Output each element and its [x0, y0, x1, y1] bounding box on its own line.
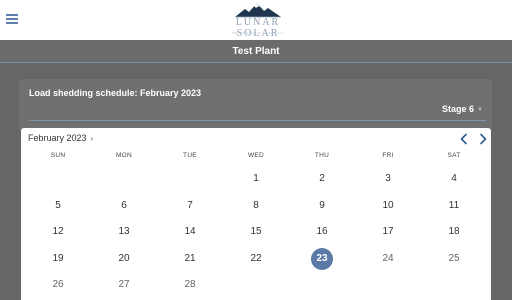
calendar-day[interactable]: 19 — [47, 248, 69, 270]
weekday-mon: MON — [115, 152, 133, 159]
date-picker: February 2023 › SUN MON TUE WED THU FRI SAT 123… — [21, 128, 491, 300]
calendar-day[interactable]: 26 — [47, 274, 69, 296]
calendar-day[interactable]: 3 — [377, 168, 399, 190]
caret-down-icon: ▼ — [477, 107, 483, 113]
calendar-day[interactable]: 8 — [245, 195, 267, 217]
next-month-button[interactable] — [476, 132, 490, 146]
calendar-day[interactable]: 25 — [443, 248, 465, 270]
weekday-sat: SAT — [447, 152, 461, 159]
mountain-logo-icon — [235, 3, 281, 18]
schedule-title: Load shedding schedule: February 2023 — [29, 88, 202, 98]
calendar-day[interactable]: 27 — [113, 274, 135, 296]
calendar-day[interactable]: 14 — [179, 221, 201, 243]
calendar-day[interactable]: 4 — [443, 168, 465, 190]
schedule-card: Load shedding schedule: February 2023 St… — [19, 79, 492, 131]
calendar-day[interactable]: 10 — [377, 195, 399, 217]
calendar-day[interactable]: 6 — [113, 195, 135, 217]
divider — [29, 120, 486, 121]
calendar-day[interactable]: 5 — [47, 195, 69, 217]
calendar-day[interactable]: 1 — [245, 168, 267, 190]
calendar-day[interactable]: 18 — [443, 221, 465, 243]
calendar-day[interactable]: 17 — [377, 221, 399, 243]
page-title-bar: Test Plant — [0, 40, 512, 63]
calendar-day[interactable]: 15 — [245, 221, 267, 243]
calendar-day[interactable]: 16 — [311, 221, 333, 243]
calendar-day[interactable]: 7 — [179, 195, 201, 217]
chevron-right-icon: › — [90, 134, 94, 143]
calendar-day[interactable]: 12 — [47, 221, 69, 243]
calendar-day[interactable]: 20 — [113, 248, 135, 270]
logo-text: LUNAR SOLAR — [235, 17, 281, 39]
selected-day[interactable]: 23 — [311, 247, 333, 270]
calendar-day[interactable]: 21 — [179, 248, 201, 270]
menu-icon[interactable] — [6, 14, 18, 24]
logo-subtext: RESIDENTIAL ENERGY — [232, 31, 284, 35]
weekday-wed: WED — [247, 152, 265, 159]
stage-label: Stage 6 — [442, 104, 475, 114]
calendar-day[interactable]: 2 — [311, 168, 333, 190]
logo: LUNAR SOLAR RESIDENTIAL ENERGY — [218, 2, 298, 39]
calendar-day[interactable]: 13 — [113, 221, 135, 243]
month-label: February 2023 — [28, 133, 87, 143]
calendar-day[interactable]: 24 — [377, 248, 399, 270]
previous-month-button[interactable] — [457, 132, 471, 146]
month-year-selector[interactable]: February 2023 › — [28, 133, 93, 143]
page-title: Test Plant — [232, 46, 280, 57]
weekday-sun: SUN — [50, 152, 66, 159]
calendar-day[interactable]: 9 — [311, 195, 333, 217]
top-app-bar: LUNAR SOLAR RESIDENTIAL ENERGY — [0, 0, 512, 40]
calendar-day[interactable]: 28 — [179, 274, 201, 296]
chevron-right-icon — [480, 133, 487, 145]
weekday-tue: TUE — [183, 152, 197, 159]
weekday-thu: THU — [314, 152, 330, 159]
calendar-day[interactable]: 22 — [245, 248, 267, 270]
calendar-day[interactable]: 11 — [443, 195, 465, 217]
chevron-left-icon — [460, 133, 467, 145]
stage-select[interactable]: Stage 6 ▼ — [442, 104, 483, 114]
weekday-fri: FRI — [382, 152, 394, 159]
